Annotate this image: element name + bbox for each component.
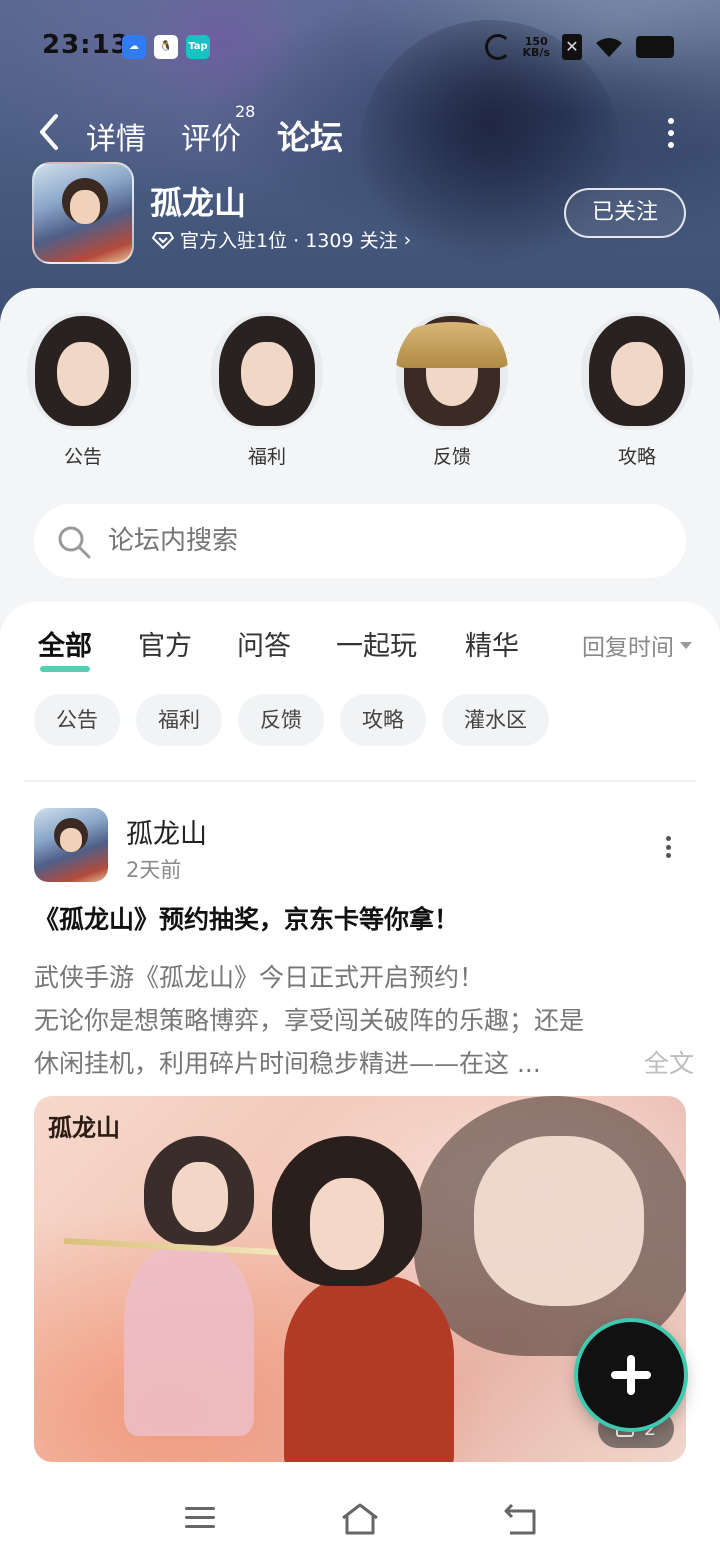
guide-avatar [581, 312, 693, 430]
category-feedback[interactable]: 反馈 [387, 312, 517, 469]
game-meta-text: 官方入驻1位 · 1309 关注 [180, 230, 398, 252]
feed-tab-qa[interactable]: 问答 [237, 624, 291, 663]
diamond-icon [152, 231, 174, 249]
net-speed-unit: KB/s [522, 46, 550, 59]
banner-logo-text: 孤龙山 [48, 1113, 120, 1142]
post-body[interactable]: 武侠手游《孤龙山》今日正式开启预约！ 无论你是想策略博弈，享受闯关破阵的乐趣；还… [34, 956, 694, 1085]
character-figure [284, 1276, 454, 1462]
new-post-button[interactable] [578, 1322, 684, 1428]
top-nav: 详情 评价 28 论坛 [0, 100, 720, 164]
game-name: 孤龙山 [150, 184, 247, 222]
feed-tab-featured[interactable]: 精华 [465, 624, 519, 663]
chip-announcement[interactable]: 公告 [34, 694, 120, 746]
announcement-avatar [27, 312, 139, 430]
feedback-avatar [396, 312, 508, 430]
topic-chips: 公告 福利 反馈 攻略 灌水区 [34, 694, 549, 746]
search-icon [58, 526, 91, 559]
character-face [310, 1178, 384, 1270]
baidu-netdisk-icon: ☁ [122, 35, 146, 59]
reviews-count-badge: 28 [235, 102, 256, 121]
chip-water[interactable]: 灌水区 [442, 694, 549, 746]
feed-tab-play-together[interactable]: 一起玩 [336, 624, 417, 663]
caret-down-icon [680, 641, 692, 649]
system-nav-bar [0, 1473, 720, 1563]
post-body-line: 无论你是想策略博弈，享受闯关破阵的乐趣；还是 [34, 1006, 585, 1035]
welfare-avatar [211, 312, 323, 430]
game-logo[interactable] [32, 162, 134, 264]
divider [24, 780, 696, 782]
author-avatar[interactable] [34, 808, 108, 882]
post-title[interactable]: 《孤龙山》预约抽奖，京东卡等你拿！ [34, 900, 694, 936]
category-announcement[interactable]: 公告 [18, 312, 148, 469]
post-author[interactable]: 孤龙山 [126, 812, 207, 851]
tab-details[interactable]: 详情 [86, 114, 146, 158]
game-meta[interactable]: 官方入驻1位 · 1309 关注 › [152, 226, 411, 253]
back-icon[interactable] [498, 1501, 542, 1537]
feed-tabs: 全部 官方 问答 一起玩 精华 回复时间 [0, 624, 720, 684]
character-face [172, 1162, 228, 1232]
feed-tab-official[interactable]: 官方 [138, 624, 192, 663]
post-body-line: 武侠手游《孤龙山》今日正式开启预约！ [34, 963, 485, 992]
more-options-icon[interactable] [666, 118, 676, 148]
post-body-line: 休闲挂机，利用碎片时间稳步精进——在这 ... [34, 1049, 541, 1078]
character-figure [124, 1246, 254, 1436]
game-header: 23:13 ☁ 🐧 Tap 150 KB/s ✕ 详情 评价 28 论坛 孤龙山 [0, 0, 720, 330]
post-time: 2天前 [126, 858, 182, 882]
no-sim-icon: ✕ [562, 34, 582, 60]
status-time: 23:13 [42, 30, 130, 60]
category-shortcuts: 公告 福利 反馈 攻略 [0, 312, 720, 472]
home-icon[interactable] [338, 1501, 382, 1537]
chevron-right-icon: › [403, 228, 412, 251]
category-label: 反馈 [432, 446, 471, 468]
status-bar: 23:13 ☁ 🐧 Tap 150 KB/s ✕ [0, 0, 720, 92]
battery-icon [636, 36, 674, 58]
chip-welfare[interactable]: 福利 [136, 694, 222, 746]
category-guide[interactable]: 攻略 [572, 312, 702, 469]
chip-guide[interactable]: 攻略 [340, 694, 426, 746]
category-label: 攻略 [617, 446, 656, 468]
net-speed: 150 KB/s [523, 36, 550, 58]
qq-icon: 🐧 [154, 35, 178, 59]
search-input[interactable] [108, 504, 648, 578]
post-more-icon[interactable] [664, 836, 672, 858]
category-label: 福利 [247, 446, 286, 468]
back-arrow-icon[interactable] [34, 112, 64, 152]
sort-dropdown[interactable]: 回复时间 [582, 628, 692, 662]
menu-icon[interactable] [178, 1501, 222, 1537]
speedometer-icon [484, 34, 511, 60]
feed-tab-all[interactable]: 全部 [38, 624, 92, 672]
tab-forum[interactable]: 论坛 [277, 111, 343, 161]
follow-button[interactable]: 已关注 [564, 188, 686, 238]
sort-label: 回复时间 [582, 635, 674, 661]
game-info: 孤龙山 官方入驻1位 · 1309 关注 › 已关注 [0, 162, 720, 272]
character-face [474, 1136, 644, 1306]
category-welfare[interactable]: 福利 [202, 312, 332, 469]
taptap-icon: Tap [186, 35, 210, 59]
read-more-link[interactable]: 全文 [644, 1042, 694, 1085]
wifi-icon [594, 35, 624, 59]
chip-feedback[interactable]: 反馈 [238, 694, 324, 746]
category-label: 公告 [63, 446, 102, 468]
forum-search-bar[interactable] [34, 504, 686, 578]
tab-reviews[interactable]: 评价 [181, 114, 241, 158]
